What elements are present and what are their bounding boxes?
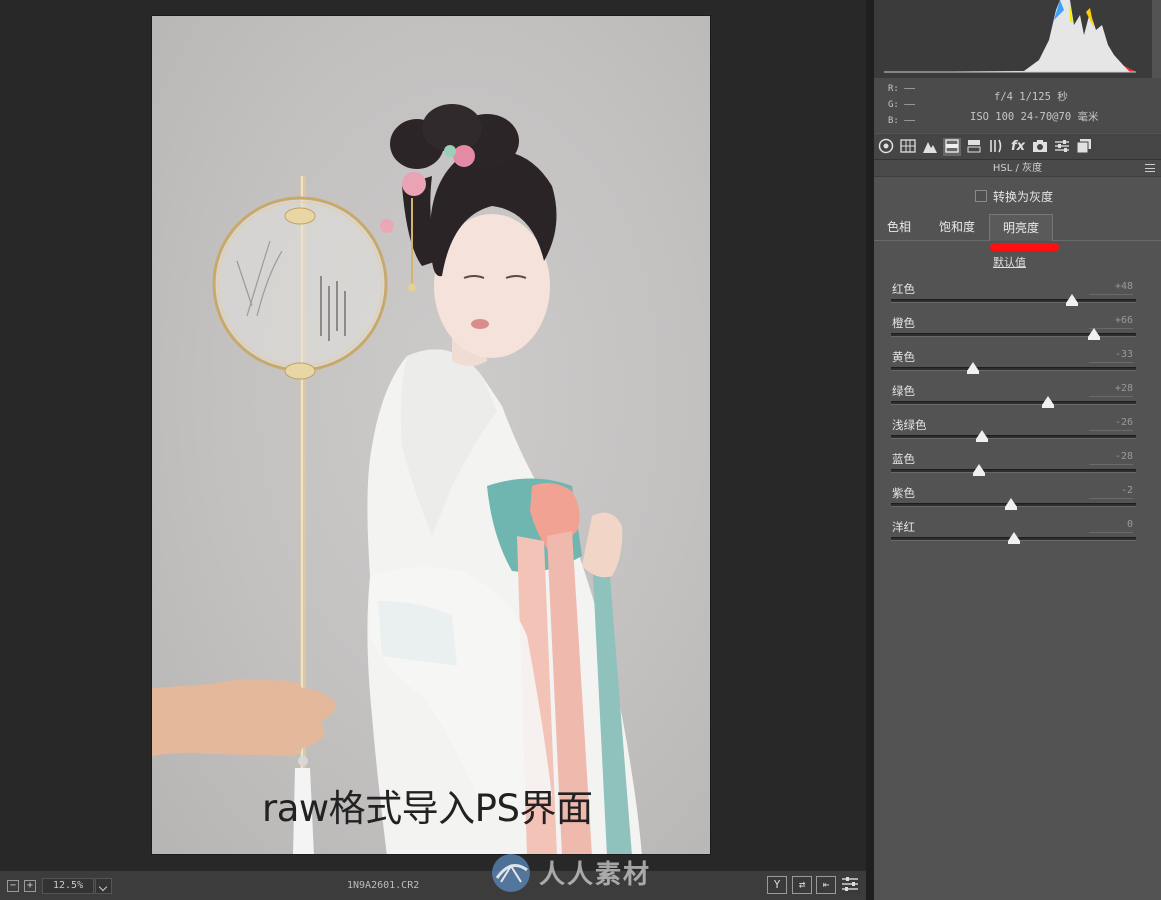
hsl-tabs: 色相 饱和度 明亮度 — [874, 214, 1161, 241]
slider-red[interactable]: 红色 +48 — [891, 281, 1136, 315]
slider-value-field[interactable]: +48 — [1089, 281, 1133, 295]
tab-hue[interactable]: 色相 — [874, 214, 924, 241]
slider-value-field[interactable]: -33 — [1089, 349, 1133, 363]
filename-label: 1N9A2601.CR2 — [347, 880, 420, 891]
fx-icon[interactable]: fx — [1009, 138, 1027, 156]
tab-saturation[interactable]: 饱和度 — [926, 214, 988, 241]
slider-magenta[interactable]: 洋红 0 — [891, 519, 1136, 553]
status-bar: − + 12.5% 1N9A2601.CR2 Y ⇄ ⇤ — [0, 870, 866, 900]
red-annotation-mark — [990, 243, 1059, 251]
panel-toolbar: fx — [874, 134, 1161, 160]
slider-label: 浅绿色 — [892, 418, 927, 432]
swap-settings-button[interactable]: ⇄ — [792, 876, 812, 894]
panel-title-text: HSL / 灰度 — [992, 163, 1043, 174]
slider-value-field[interactable]: 0 — [1089, 519, 1133, 533]
slider-thumb[interactable] — [967, 362, 980, 374]
panel-bottom — [874, 870, 1161, 900]
slider-label: 红色 — [892, 282, 915, 296]
split-tone-icon[interactable] — [965, 138, 983, 156]
slider-thumb[interactable] — [1066, 294, 1079, 306]
slider-track[interactable] — [891, 401, 1136, 405]
slider-thumb[interactable] — [1007, 532, 1020, 544]
slider-green[interactable]: 绿色 +28 — [891, 383, 1136, 417]
slider-thumb[interactable] — [973, 464, 986, 476]
zoom-level-field[interactable]: 12.5% — [42, 878, 94, 894]
watermark: 人人素材 — [489, 852, 689, 894]
slider-label: 黄色 — [892, 350, 915, 364]
tab-luminance[interactable]: 明亮度 — [989, 214, 1053, 241]
panel-divider[interactable] — [866, 0, 874, 900]
watermark-text: 人人素材 — [539, 860, 652, 890]
camera-info: R: —— G: —— B: —— f/4 1/125 秒 ISO 100 24… — [874, 78, 1161, 133]
panel-menu-icon[interactable] — [1145, 164, 1155, 172]
slider-value-field[interactable]: -26 — [1089, 417, 1133, 431]
histogram — [874, 0, 1152, 78]
convert-grayscale-row: 转换为灰度 — [874, 184, 1161, 210]
photo-preview[interactable]: raw格式导入PS界面 — [151, 15, 711, 855]
slider-purple[interactable]: 紫色 -2 — [891, 485, 1136, 519]
preview-settings-icon[interactable] — [840, 876, 860, 894]
caption-text: raw格式导入PS界面 — [262, 787, 593, 830]
histogram-graph — [874, 0, 1152, 78]
adjustment-panel: R: —— G: —— B: —— f/4 1/125 秒 ISO 100 24… — [874, 0, 1161, 900]
slider-value-field[interactable]: +28 — [1089, 383, 1133, 397]
slider-thumb[interactable] — [1005, 498, 1018, 510]
rgb-g-readout: G: —— — [888, 100, 916, 110]
slider-orange[interactable]: 橙色 +66 — [891, 315, 1136, 349]
watermark-logo-icon — [492, 854, 530, 892]
copy-settings-button[interactable]: ⇤ — [816, 876, 836, 894]
slider-thumb[interactable] — [1088, 328, 1101, 340]
convert-grayscale-checkbox[interactable] — [975, 190, 987, 202]
preview-area: raw格式导入PS界面 — [0, 0, 866, 870]
iso-lens-info: ISO 100 24-70@70 毫米 — [970, 111, 1099, 123]
presets-icon[interactable] — [1053, 138, 1071, 156]
slider-blue[interactable]: 蓝色 -28 — [891, 451, 1136, 485]
slider-yellow[interactable]: 黄色 -33 — [891, 349, 1136, 383]
slider-track[interactable] — [891, 435, 1136, 439]
rgb-b-readout: B: —— — [888, 116, 916, 126]
slider-thumb[interactable] — [1041, 396, 1054, 408]
aperture-icon[interactable] — [877, 138, 895, 156]
mountain-icon[interactable] — [921, 138, 939, 156]
slider-value-field[interactable]: -2 — [1089, 485, 1133, 499]
slider-label: 橙色 — [892, 316, 915, 330]
slider-label: 蓝色 — [892, 452, 915, 466]
panel-title: HSL / 灰度 — [874, 160, 1161, 177]
sliders-icon — [842, 877, 858, 891]
rgb-r-readout: R: —— — [888, 84, 916, 94]
camera-icon[interactable] — [1031, 138, 1049, 156]
slider-value-field[interactable]: -28 — [1089, 451, 1133, 465]
zoom-in-button[interactable]: + — [24, 880, 36, 892]
exposure-info: f/4 1/125 秒 — [994, 91, 1068, 103]
snapshots-icon[interactable] — [1075, 138, 1093, 156]
slider-track[interactable] — [891, 299, 1136, 303]
slider-label: 绿色 — [892, 384, 915, 398]
default-link[interactable]: 默认值 — [993, 254, 1026, 270]
slider-track[interactable] — [891, 367, 1136, 371]
photo-illustration — [152, 104, 642, 854]
before-after-y-button[interactable]: Y — [767, 876, 787, 894]
hsl-icon[interactable] — [943, 138, 961, 156]
slider-value-field[interactable]: +66 — [1089, 315, 1133, 329]
grid-icon[interactable] — [899, 138, 917, 156]
slider-label: 紫色 — [892, 486, 915, 500]
slider-thumb[interactable] — [975, 430, 988, 442]
convert-grayscale-label: 转换为灰度 — [993, 190, 1054, 204]
zoom-out-button[interactable]: − — [7, 880, 19, 892]
zoom-dropdown-button[interactable] — [95, 878, 112, 894]
slider-aqua[interactable]: 浅绿色 -26 — [891, 417, 1136, 451]
slider-label: 洋红 — [892, 520, 915, 534]
slider-track[interactable] — [891, 469, 1136, 473]
detail-icon[interactable] — [987, 138, 1005, 156]
